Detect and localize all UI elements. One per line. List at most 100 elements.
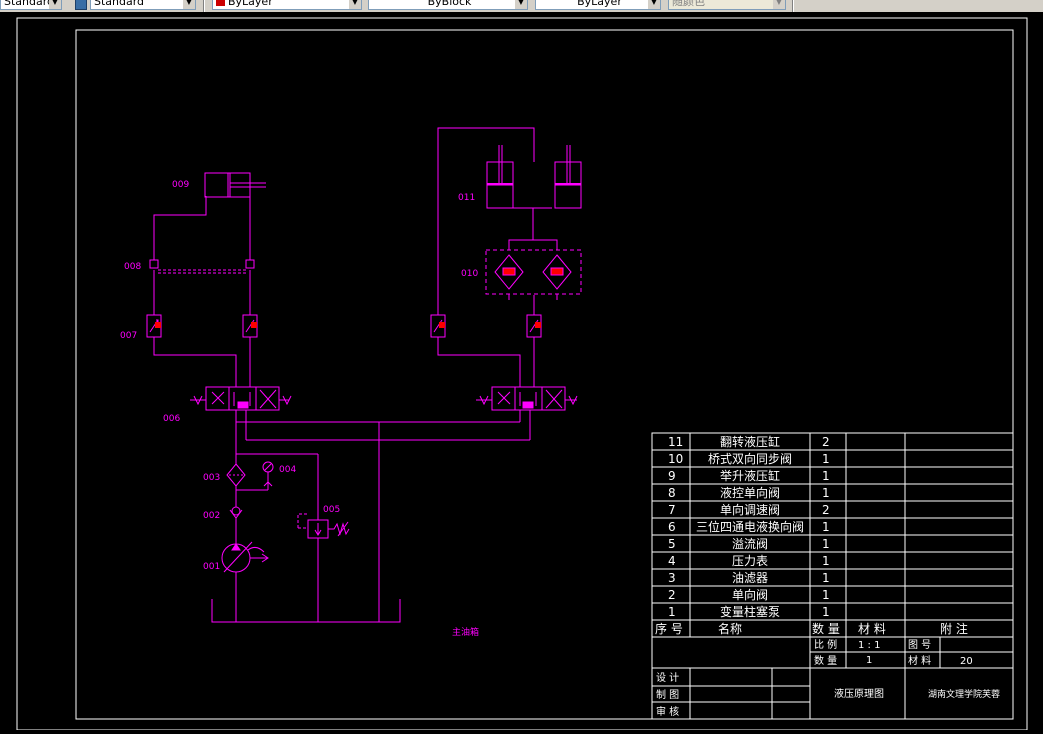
parts-table-text: 11 翻转液压缸 210 桥式双向同步阀 19 举升液压缸 18 液控单向阀 17 单向调速阀 26… (668, 434, 830, 619)
label-002: 002 (203, 511, 220, 521)
tb-drawing-no-label: 图 号 (908, 639, 931, 651)
dcv-left-pilot (237, 401, 249, 409)
lineweight-combo[interactable]: ByLayer ▼ (535, 0, 661, 10)
toolbar-separator (203, 0, 205, 12)
parts-row-name: 溢流阀 (732, 537, 768, 551)
chevron-down-icon[interactable]: ▼ (349, 0, 361, 9)
parts-row-qty: 1 (822, 537, 830, 551)
parts-row-name: 压力表 (732, 554, 768, 568)
parts-row-no: 3 (668, 571, 676, 585)
parts-row-name: 单向调速阀 (720, 502, 780, 517)
tb-scale-label: 比 例 (814, 638, 837, 651)
parts-table-grid (651, 432, 1014, 720)
parts-table-header: 序 号 名称 数 量 材 料 附 注 (655, 621, 968, 636)
component-labels: 001 002 003 004 005 006 007 008 009 010 … (120, 180, 479, 638)
parts-table-rows (652, 449, 1013, 638)
parts-table-border (651, 432, 1014, 720)
gauge-needle (264, 463, 272, 471)
tb-draft: 制 图 (656, 688, 679, 701)
parts-row-no: 9 (668, 469, 676, 483)
parts-row-name: 变量柱塞泵 (720, 604, 780, 619)
parts-row-name: 举升液压缸 (720, 468, 780, 483)
header-no: 序 号 (655, 621, 683, 636)
tb-scale-value: 1 : 1 (858, 640, 880, 651)
line-right-a (437, 337, 521, 387)
pilot-line-008 (158, 269, 246, 274)
parts-row-no: 2 (668, 588, 676, 602)
label-004: 004 (279, 465, 296, 475)
dcv-right-pilot (522, 401, 534, 409)
speed-valve-007-r-mark (251, 322, 257, 328)
parts-row-no: 1 (668, 605, 676, 619)
chevron-down-icon[interactable]: ▼ (515, 0, 527, 9)
parts-row-no: 11 (668, 435, 683, 449)
speed-valve-r-l-mark (439, 322, 445, 328)
label-009: 009 (172, 180, 189, 190)
lift-cylinder-rod (230, 182, 266, 188)
header-qty: 数 量 (812, 621, 840, 636)
pilot-check-008-l (149, 259, 159, 269)
label-001: 001 (203, 562, 220, 572)
gauge-line (263, 472, 273, 490)
plotstyle-combo[interactable]: 随颜色 ▼ (668, 0, 786, 10)
drawing-canvas[interactable]: 001 002 003 004 005 006 007 008 009 010 … (0, 12, 1043, 731)
lift-cylinder-piston (227, 173, 231, 197)
chevron-down-icon[interactable]: ▼ (648, 0, 660, 9)
sync-valve-ports (508, 239, 558, 300)
parts-row-no: 4 (668, 554, 676, 568)
parts-row-name: 油滤器 (732, 571, 768, 585)
parts-row-no: 6 (668, 520, 676, 534)
pump-triangle (231, 543, 241, 551)
parts-row-qty: 2 (822, 503, 830, 517)
hydraulic-circuit (146, 127, 582, 623)
sync-valve-orifice-r (550, 267, 564, 276)
relief-arrow (314, 523, 322, 536)
label-007: 007 (120, 331, 137, 341)
header-note: 附 注 (940, 621, 968, 636)
sync-valve-010 (485, 249, 582, 295)
layer-value: ByLayer (228, 0, 273, 8)
inner-frame (75, 29, 1014, 720)
speed-valve-007-l-mark (155, 322, 161, 328)
tb-material-label: 材 料 (908, 654, 931, 667)
label-010: 010 (461, 269, 478, 279)
parts-row-qty: 1 (822, 469, 830, 483)
parts-row-qty: 1 (822, 452, 830, 466)
label-003: 003 (203, 473, 220, 483)
flip-cylinder-011-r (554, 184, 582, 209)
chevron-down-icon[interactable]: ▼ (49, 0, 61, 9)
parts-row-name: 三位四通电液换向阀 (696, 519, 804, 534)
drawing-svg: 001 002 003 004 005 006 007 008 009 010 … (16, 17, 1028, 731)
parts-row-qty: 1 (822, 588, 830, 602)
parts-row-no: 10 (668, 452, 683, 466)
relief-pilot (297, 513, 308, 529)
layer-combo[interactable]: ByLayer ▼ (212, 0, 362, 10)
tb-review: 审 核 (656, 705, 679, 718)
parts-row-no: 8 (668, 486, 676, 500)
dim-style-combo[interactable]: Standard ▼ (90, 0, 196, 10)
tb-design: 设 计 (656, 671, 679, 684)
parts-row-name: 翻转液压缸 (720, 434, 780, 449)
text-style-combo[interactable]: Standard ▼ (0, 0, 62, 10)
text-style-value: Standard (4, 0, 55, 8)
tank-outline (211, 599, 401, 623)
chevron-down-icon[interactable]: ▼ (183, 0, 195, 9)
label-006: 006 (163, 414, 180, 424)
layer-color-swatch (216, 0, 225, 6)
parts-row-name: 桥式双向同步阀 (708, 451, 792, 466)
line-007-008 (153, 270, 251, 315)
chevron-down-icon[interactable]: ▼ (773, 0, 785, 9)
label-tank: 主油箱 (452, 626, 479, 638)
tb-material-value: 20 (960, 656, 973, 667)
header-name: 名称 (718, 621, 742, 636)
label-005: 005 (323, 505, 340, 515)
title-block-text: 比 例 1 : 1 图 号 数 量 1 材 料 20 设 计 制 图 审 核 液… (656, 638, 1000, 718)
tb-count-value: 1 (866, 655, 872, 666)
parts-row-no: 5 (668, 537, 676, 551)
parts-row-qty: 1 (822, 554, 830, 568)
check-ball-002 (231, 506, 241, 516)
parts-row-qty: 2 (822, 435, 830, 449)
dimstyle-icon[interactable] (75, 0, 87, 10)
linetype-combo[interactable]: ByBlock ▼ (368, 0, 528, 10)
parts-row-qty: 1 (822, 486, 830, 500)
